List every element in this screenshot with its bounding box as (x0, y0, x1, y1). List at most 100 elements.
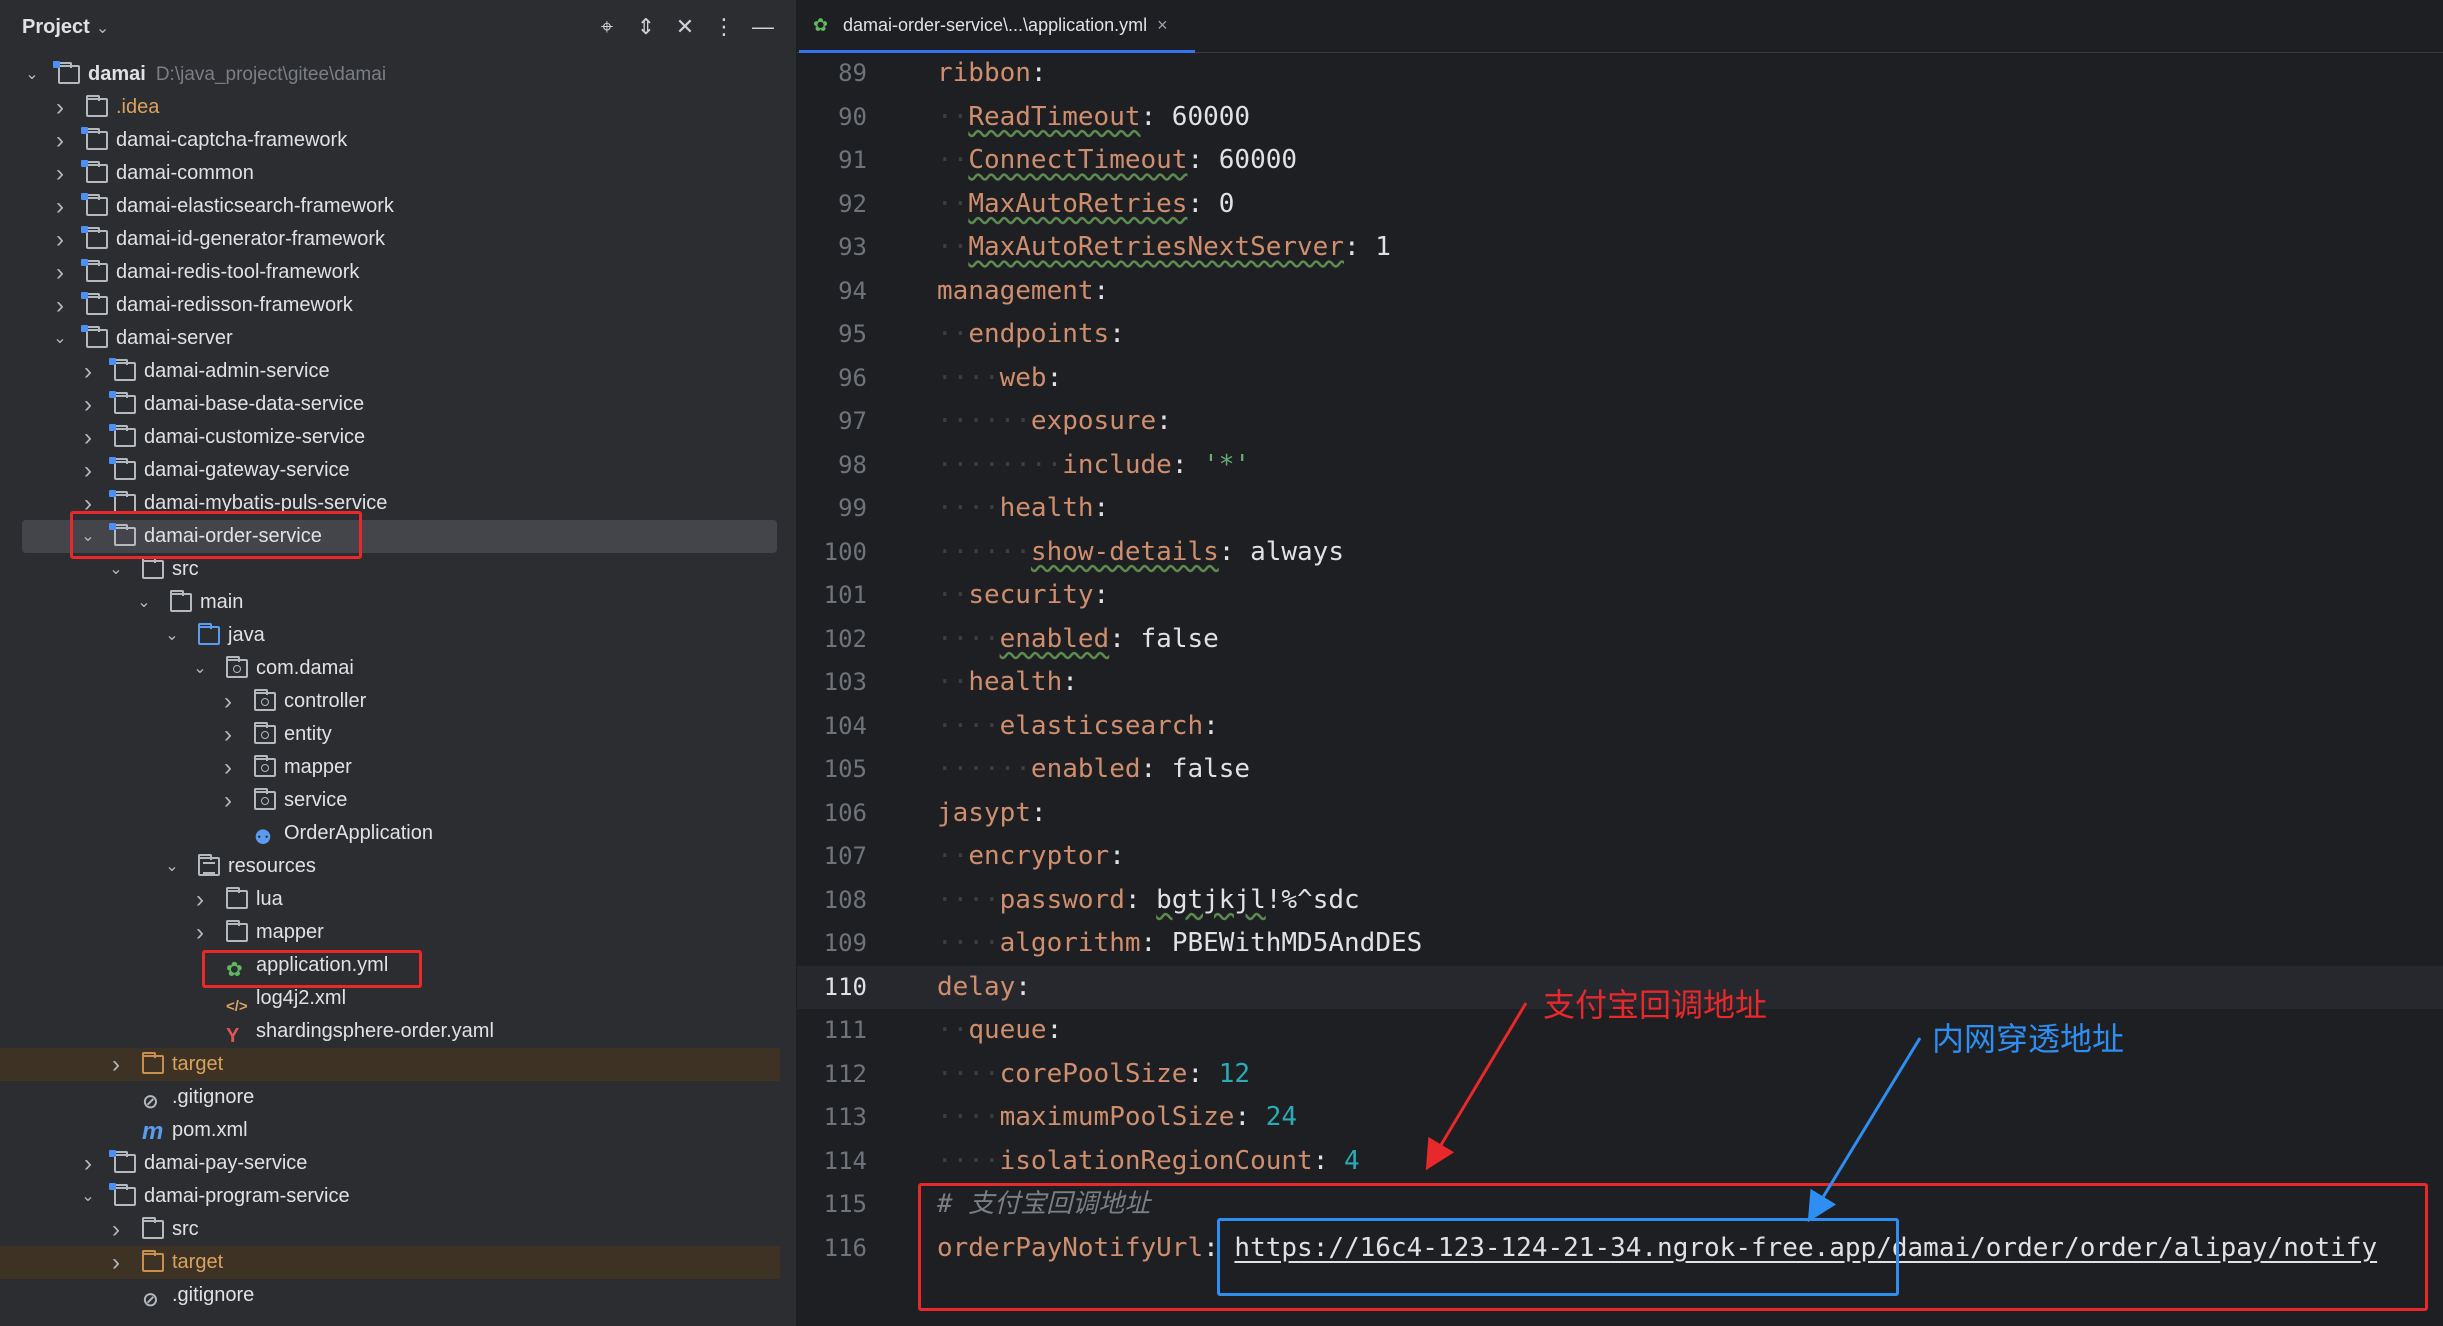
tree-item[interactable]: › mapper (0, 751, 780, 784)
code-line[interactable]: 102 ····enabled: false (797, 618, 2443, 661)
tree-item[interactable]: › damai-admin-service (0, 355, 780, 388)
tree-item[interactable]: › controller (0, 685, 780, 718)
tree-item[interactable]: Yshardingsphere-order.yaml (0, 1015, 780, 1048)
code-line[interactable]: 114 ····isolationRegionCount: 4 (797, 1140, 2443, 1183)
chevron-right-icon[interactable]: › (80, 421, 96, 454)
chevron-down-icon[interactable]: ⌄ (136, 586, 152, 619)
tree-item[interactable]: m pom.xml (0, 1114, 780, 1147)
tree-item[interactable]: › damai-base-data-service (0, 388, 780, 421)
package-icon (254, 722, 276, 744)
chevron-right-icon[interactable]: › (52, 190, 68, 223)
chevron-right-icon[interactable]: › (80, 388, 96, 421)
hide-icon[interactable]: — (748, 12, 778, 42)
chevron-right-icon[interactable]: › (80, 454, 96, 487)
project-view-selector[interactable]: Project ⌄ (22, 16, 109, 39)
chevron-right-icon[interactable]: › (192, 916, 208, 949)
chevron-right-icon[interactable]: › (80, 1147, 96, 1180)
code-line[interactable]: 113 ····maximumPoolSize: 24 (797, 1096, 2443, 1139)
code-line[interactable]: 92 ··MaxAutoRetries: 0 (797, 183, 2443, 226)
code-line[interactable]: 95 ··endpoints: (797, 313, 2443, 356)
tree-item[interactable]: › target (0, 1246, 780, 1279)
expand-all-icon[interactable]: ⇕ (631, 12, 661, 42)
tree-item[interactable]: › damai-redis-tool-framework (0, 256, 780, 289)
chevron-right-icon[interactable]: › (220, 685, 236, 718)
code-line[interactable]: 106 jasypt: (797, 792, 2443, 835)
chevron-down-icon[interactable]: ⌄ (80, 1180, 96, 1213)
code-token: : (1046, 362, 1063, 393)
tree-item[interactable]: ⌄ java (0, 619, 780, 652)
tree-item[interactable]: › service (0, 784, 780, 817)
chevron-right-icon[interactable]: › (108, 1246, 124, 1279)
tree-item[interactable]: ⌄ resources (0, 850, 780, 883)
chevron-down-icon[interactable]: ⌄ (164, 619, 180, 652)
chevron-right-icon[interactable]: › (108, 1213, 124, 1246)
code-line[interactable]: 89 ribbon: (797, 52, 2443, 95)
tree-item[interactable]: › damai-pay-service (0, 1147, 780, 1180)
code-token: : (1093, 275, 1110, 306)
collapse-all-icon[interactable]: ✕ (670, 12, 700, 42)
code-line[interactable]: 103 ··health: (797, 661, 2443, 704)
code-line[interactable]: 94 management: (797, 270, 2443, 313)
tree-item[interactable]: › target (0, 1048, 780, 1081)
chevron-right-icon[interactable]: › (80, 355, 96, 388)
tree-item[interactable]: ⌄ main (0, 586, 780, 619)
package-icon (254, 689, 276, 711)
code-line[interactable]: 108 ····password: bgtjkjl!%^sdc (797, 879, 2443, 922)
chevron-right-icon[interactable]: › (52, 157, 68, 190)
tree-item[interactable]: › damai-captcha-framework (0, 124, 780, 157)
tab-application-yml[interactable]: ✿ damai-order-service\...\application.ym… (799, 0, 1195, 53)
tree-item[interactable]: › damai-redisson-framework (0, 289, 780, 322)
chevron-right-icon[interactable]: › (52, 223, 68, 256)
chevron-right-icon[interactable]: › (108, 1048, 124, 1081)
code-line[interactable]: 96 ····web: (797, 357, 2443, 400)
code-line[interactable]: 93 ··MaxAutoRetriesNextServer: 1 (797, 226, 2443, 269)
tree-item[interactable]: › damai-id-generator-framework (0, 223, 780, 256)
chevron-down-icon[interactable]: ⌄ (164, 850, 180, 883)
chevron-down-icon[interactable]: ⌄ (24, 58, 40, 91)
tree-item[interactable]: › lua (0, 883, 780, 916)
code-line[interactable]: 109 ····algorithm: PBEWithMD5AndDES (797, 922, 2443, 965)
more-options-icon[interactable]: ⋮ (709, 12, 739, 42)
chevron-right-icon[interactable]: › (192, 883, 208, 916)
code-line[interactable]: 98 ········include: '*' (797, 444, 2443, 487)
tree-item[interactable]: › damai-common (0, 157, 780, 190)
code-line[interactable]: 99 ····health: (797, 487, 2443, 530)
tree-item[interactable]: ⌄ damai-program-service (0, 1180, 780, 1213)
tree-item[interactable]: ⌄ damai-server (0, 322, 780, 355)
tree-item[interactable]: › src (0, 1213, 780, 1246)
tree-item[interactable]: › damai-customize-service (0, 421, 780, 454)
tree-item[interactable]: › mapper (0, 916, 780, 949)
code-line[interactable]: 105 ······enabled: false (797, 748, 2443, 791)
code-token: exposure (1030, 406, 1157, 436)
chevron-right-icon[interactable]: › (220, 784, 236, 817)
chevron-right-icon[interactable]: › (52, 91, 68, 124)
chevron-down-icon[interactable]: ⌄ (192, 652, 208, 685)
indent-guide: ·· (937, 1015, 969, 1045)
close-tab-icon[interactable]: × (1157, 15, 1168, 36)
chevron-right-icon[interactable]: › (220, 751, 236, 784)
tree-item[interactable]: ⌄ damai D:\java_project\gitee\damai (0, 58, 780, 91)
tree-item[interactable]: › damai-gateway-service (0, 454, 780, 487)
chevron-right-icon[interactable]: › (220, 718, 236, 751)
chevron-down-icon[interactable]: ⌄ (52, 322, 68, 355)
code-line[interactable]: 101 ··security: (797, 574, 2443, 617)
code-line[interactable]: 91 ··ConnectTimeout: 60000 (797, 139, 2443, 182)
code-line[interactable]: 112 ····corePoolSize: 12 (797, 1053, 2443, 1096)
chevron-right-icon[interactable]: › (52, 289, 68, 322)
tree-item[interactable]: › entity (0, 718, 780, 751)
code-line[interactable]: 90 ··ReadTimeout: 60000 (797, 96, 2443, 139)
code-line[interactable]: 100 ······show-details: always (797, 531, 2443, 574)
tree-item[interactable]: › .idea (0, 91, 780, 124)
code-line[interactable]: 107 ··encryptor: (797, 835, 2443, 878)
locate-icon[interactable]: ⌖ (592, 12, 622, 42)
tree-item[interactable]: › damai-elasticsearch-framework (0, 190, 780, 223)
code-line[interactable]: 97 ······exposure: (797, 400, 2443, 443)
chevron-right-icon[interactable]: › (52, 256, 68, 289)
tree-item[interactable]: ⚉ OrderApplication (0, 817, 780, 850)
code-token: show-details (1030, 536, 1219, 567)
tree-item[interactable]: ⊘ .gitignore (0, 1279, 780, 1312)
code-line[interactable]: 104 ····elasticsearch: (797, 705, 2443, 748)
tree-item[interactable]: ⌄ com.damai (0, 652, 780, 685)
chevron-right-icon[interactable]: › (52, 124, 68, 157)
tree-item[interactable]: ⊘ .gitignore (0, 1081, 780, 1114)
